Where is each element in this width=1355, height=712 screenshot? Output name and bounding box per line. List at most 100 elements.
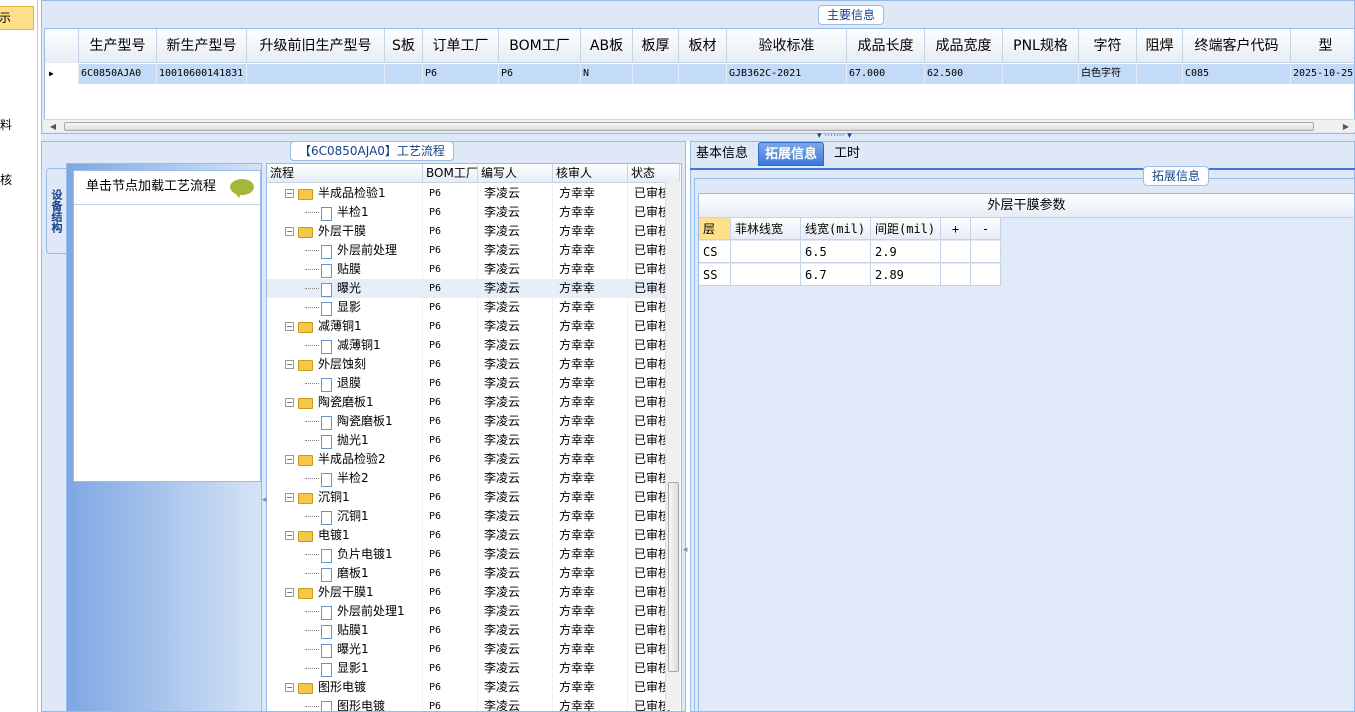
- table-cell[interactable]: 6C0850AJA0: [79, 64, 157, 84]
- column-header[interactable]: 订单工厂: [423, 29, 499, 63]
- tree-node[interactable]: − 外层蚀刻: [267, 355, 423, 374]
- column-header[interactable]: 终端客户代码: [1183, 29, 1291, 63]
- splitter-grip-icon[interactable]: ▾ ······· ▾: [817, 131, 852, 141]
- tree-node[interactable]: 显影1: [267, 659, 423, 678]
- tab-0[interactable]: 基本信息: [690, 142, 754, 166]
- tree-row[interactable]: 外层前处理1 P6 李凌云 方幸幸 已审核: [267, 602, 680, 621]
- tab-1[interactable]: 拓展信息: [758, 142, 825, 166]
- table-cell[interactable]: GJB362C-2021: [727, 64, 847, 84]
- table-cell[interactable]: [971, 241, 1001, 263]
- table-cell[interactable]: [731, 241, 801, 263]
- tree-row[interactable]: 陶瓷磨板1 P6 李凌云 方幸幸 已审核: [267, 412, 680, 431]
- tree-node[interactable]: 显影: [267, 298, 423, 317]
- tree-node[interactable]: 贴膜: [267, 260, 423, 279]
- table-cell[interactable]: SS: [699, 264, 731, 286]
- tree-row[interactable]: − 半成品检验1 P6 李凌云 方幸幸 已审核: [267, 184, 680, 203]
- table-cell[interactable]: [1003, 64, 1079, 84]
- column-header[interactable]: BOM工厂: [423, 164, 478, 183]
- horizontal-scrollbar[interactable]: ◀ ▶: [44, 119, 1355, 132]
- column-header[interactable]: 层: [699, 218, 731, 240]
- table-cell[interactable]: P6: [499, 64, 581, 84]
- collapse-icon[interactable]: −: [285, 455, 294, 464]
- collapse-icon[interactable]: −: [285, 493, 294, 502]
- tree-row[interactable]: 磨板1 P6 李凌云 方幸幸 已审核: [267, 564, 680, 583]
- add-column-button[interactable]: +: [941, 218, 971, 240]
- tree-row[interactable]: − 电镀1 P6 李凌云 方幸幸 已审核: [267, 526, 680, 545]
- tree-row[interactable]: − 陶瓷磨板1 P6 李凌云 方幸幸 已审核: [267, 393, 680, 412]
- tree-node[interactable]: − 半成品检验1: [267, 184, 423, 203]
- column-header[interactable]: 间距(mil): [871, 218, 941, 240]
- vertical-scrollbar[interactable]: [665, 182, 680, 710]
- tree-row[interactable]: 外层前处理 P6 李凌云 方幸幸 已审核: [267, 241, 680, 260]
- collapse-icon[interactable]: −: [285, 683, 294, 692]
- column-header[interactable]: 编写人: [478, 164, 553, 183]
- collapse-icon[interactable]: −: [285, 360, 294, 369]
- column-header[interactable]: AB板: [581, 29, 633, 63]
- tree-row[interactable]: 显影1 P6 李凌云 方幸幸 已审核: [267, 659, 680, 678]
- table-cell[interactable]: 62.500: [925, 64, 1003, 84]
- collapse-icon[interactable]: −: [285, 322, 294, 331]
- column-header[interactable]: 成品长度: [847, 29, 925, 63]
- scroll-thumb[interactable]: [668, 482, 679, 672]
- tree-node[interactable]: 外层前处理: [267, 241, 423, 260]
- tree-row[interactable]: 抛光1 P6 李凌云 方幸幸 已审核: [267, 431, 680, 450]
- column-header[interactable]: 核审人: [553, 164, 628, 183]
- column-header[interactable]: 升级前旧生产型号: [247, 29, 385, 63]
- tree-node[interactable]: 半检2: [267, 469, 423, 488]
- table-cell[interactable]: [385, 64, 423, 84]
- table-cell[interactable]: [1137, 64, 1183, 84]
- nav-item-2[interactable]: 料: [0, 116, 37, 134]
- tree-row[interactable]: 负片电镀1 P6 李凌云 方幸幸 已审核: [267, 545, 680, 564]
- tree-node[interactable]: − 沉铜1: [267, 488, 423, 507]
- table-row[interactable]: SS 6.7 2.89: [699, 264, 1001, 286]
- splitter[interactable]: ▾ ······· ▾: [41, 131, 1355, 141]
- tree-row[interactable]: 减薄铜1 P6 李凌云 方幸幸 已审核: [267, 336, 680, 355]
- tree-node[interactable]: 抛光1: [267, 431, 423, 450]
- nav-item-0[interactable]: 示: [0, 6, 34, 30]
- column-header[interactable]: 字符: [1079, 29, 1137, 63]
- tree-row[interactable]: 曝光 P6 李凌云 方幸幸 已审核: [267, 279, 680, 298]
- column-header[interactable]: PNL规格: [1003, 29, 1079, 63]
- table-cell[interactable]: P6: [423, 64, 499, 84]
- remove-column-button[interactable]: -: [971, 218, 1001, 240]
- table-cell[interactable]: 2.89: [871, 264, 941, 286]
- tree-node[interactable]: 磨板1: [267, 564, 423, 583]
- column-header[interactable]: BOM工厂: [499, 29, 581, 63]
- tree-node[interactable]: 曝光1: [267, 640, 423, 659]
- tree-node[interactable]: 曝光: [267, 279, 423, 298]
- tab-2[interactable]: 工时: [828, 142, 866, 166]
- collapse-right-icon[interactable]: ◂: [683, 545, 688, 555]
- tree-row[interactable]: 退膜 P6 李凌云 方幸幸 已审核: [267, 374, 680, 393]
- table-cell[interactable]: [941, 241, 971, 263]
- tree-node[interactable]: 半检1: [267, 203, 423, 222]
- tree-node[interactable]: 沉铜1: [267, 507, 423, 526]
- tree-node[interactable]: − 减薄铜1: [267, 317, 423, 336]
- collapse-icon[interactable]: −: [285, 588, 294, 597]
- column-header[interactable]: 板材: [679, 29, 727, 63]
- tree-node[interactable]: 负片电镀1: [267, 545, 423, 564]
- table-cell[interactable]: 白色字符: [1079, 64, 1137, 84]
- scroll-thumb[interactable]: [64, 122, 1314, 131]
- nav-item-1[interactable]: [0, 64, 37, 80]
- table-cell[interactable]: 6.5: [801, 241, 871, 263]
- tree-row[interactable]: − 沉铜1 P6 李凌云 方幸幸 已审核: [267, 488, 680, 507]
- collapse-icon[interactable]: −: [285, 227, 294, 236]
- column-header[interactable]: 流程: [267, 164, 423, 183]
- column-header[interactable]: S板: [385, 29, 423, 63]
- tree-row[interactable]: − 半成品检验2 P6 李凌云 方幸幸 已审核: [267, 450, 680, 469]
- tree-row[interactable]: 贴膜 P6 李凌云 方幸幸 已审核: [267, 260, 680, 279]
- tree-row[interactable]: 曝光1 P6 李凌云 方幸幸 已审核: [267, 640, 680, 659]
- collapse-icon[interactable]: −: [285, 189, 294, 198]
- table-cell[interactable]: CS: [699, 241, 731, 263]
- table-cell[interactable]: 67.000: [847, 64, 925, 84]
- tree-node[interactable]: − 电镀1: [267, 526, 423, 545]
- tree-row[interactable]: − 外层干膜1 P6 李凌云 方幸幸 已审核: [267, 583, 680, 602]
- column-header[interactable]: 新生产型号: [157, 29, 247, 63]
- tree-node[interactable]: 减薄铜1: [267, 336, 423, 355]
- table-cell[interactable]: 2025-10-25: [1291, 64, 1354, 84]
- column-header[interactable]: 状态: [628, 164, 680, 183]
- table-cell[interactable]: [679, 64, 727, 84]
- column-header[interactable]: 生产型号: [79, 29, 157, 63]
- tree-node[interactable]: 陶瓷磨板1: [267, 412, 423, 431]
- column-header[interactable]: 板厚: [633, 29, 679, 63]
